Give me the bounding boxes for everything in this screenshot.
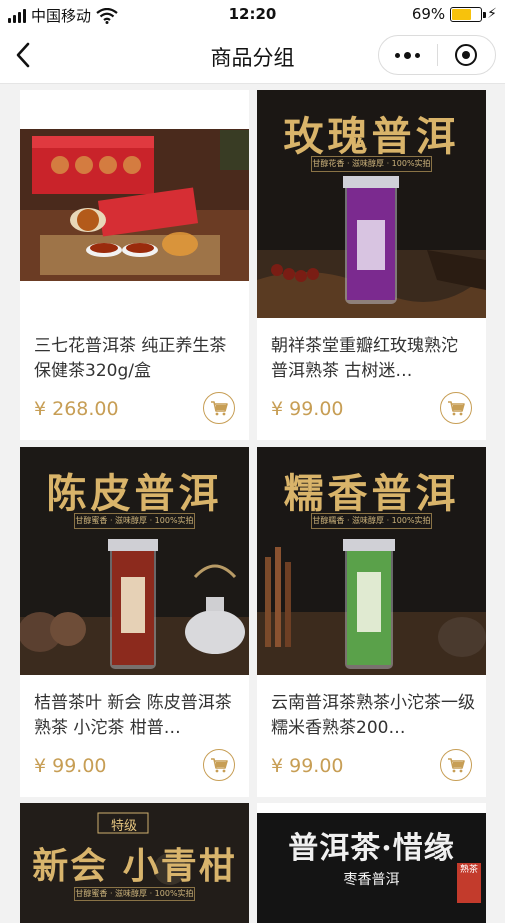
poster-title: 普洱茶·惜缘	[288, 831, 455, 866]
poster-title: 玫瑰普洱	[283, 113, 460, 160]
poster-title: 陈皮普洱	[46, 470, 223, 517]
charging-icon: ⚡	[487, 6, 497, 22]
add-to-cart-button[interactable]	[440, 749, 472, 781]
nav-bar: 商品分组	[0, 28, 505, 84]
product-card[interactable]: 普洱茶·惜缘 枣香普洱 熟茶	[257, 803, 486, 923]
add-to-cart-button[interactable]	[440, 392, 472, 424]
product-card[interactable]: 玫瑰普洱 甘醇花香 · 滋味醇厚 · 100%实拍 朝祥茶堂重瓣红玫瑰熟沱 普洱…	[257, 90, 486, 440]
battery-icon	[450, 6, 487, 22]
more-button[interactable]	[379, 36, 437, 74]
poster-title: 新会 小青柑	[32, 845, 237, 887]
product-image: 普洱茶·惜缘 枣香普洱 熟茶	[257, 803, 486, 923]
product-card[interactable]: 特级 新会 小青柑 甘醇蜜香 · 滋味醇厚 · 100%实拍	[20, 803, 249, 923]
poster-badge: 熟茶	[460, 865, 479, 875]
product-price: ¥ 99.00	[271, 398, 344, 420]
cart-icon	[448, 758, 465, 773]
more-icon	[395, 51, 421, 59]
product-title[interactable]: 桔普茶叶 新会 陈皮普洱茶熟茶 小沱茶 柑普…	[34, 691, 239, 741]
mini-program-capsule	[378, 35, 496, 75]
product-title[interactable]: 三七花普洱茶 纯正养生茶 保健茶320g/盒	[34, 334, 239, 384]
cart-icon	[211, 401, 228, 416]
product-image: 玫瑰普洱 甘醇花香 · 滋味醇厚 · 100%实拍	[257, 90, 486, 318]
product-price: ¥ 268.00	[34, 398, 119, 420]
cart-icon	[211, 758, 228, 773]
add-to-cart-button[interactable]	[203, 749, 235, 781]
poster-subtitle: 甘醇糯香 · 滋味醇厚 · 100%实拍	[311, 513, 432, 529]
product-image: 陈皮普洱 甘醇蜜香 · 滋味醇厚 · 100%实拍	[20, 447, 249, 675]
product-card[interactable]: 糯香普洱 甘醇糯香 · 滋味醇厚 · 100%实拍 云南普洱茶熟茶小沱茶一级糯米…	[257, 447, 486, 797]
poster-subtitle: 甘醇蜜香 · 滋味醇厚 · 100%实拍	[74, 887, 195, 901]
product-price: ¥ 99.00	[34, 755, 107, 777]
tea-gift-box-image	[20, 90, 249, 318]
battery-percent: 69%	[411, 5, 446, 23]
poster-subtitle: 甘醇蜜香 · 滋味醇厚 · 100%实拍	[74, 513, 195, 529]
product-title[interactable]: 朝祥茶堂重瓣红玫瑰熟沱 普洱熟茶 古树迷…	[271, 334, 476, 384]
product-card[interactable]: 三七花普洱茶 纯正养生茶 保健茶320g/盒 ¥ 268.00	[20, 90, 249, 440]
poster-subtitle: 甘醇花香 · 滋味醇厚 · 100%实拍	[311, 156, 432, 172]
poster-title: 糯香普洱	[283, 470, 460, 517]
product-price: ¥ 99.00	[271, 755, 344, 777]
battery-level	[452, 8, 472, 20]
poster-badge: 特级	[110, 819, 137, 834]
cart-icon	[448, 401, 465, 416]
product-image	[20, 90, 249, 318]
status-bar: 中国移动 12:20 69% ⚡	[0, 0, 505, 28]
product-title[interactable]: 云南普洱茶熟茶小沱茶一级糯米香熟茶200…	[271, 691, 476, 741]
product-image: 特级 新会 小青柑 甘醇蜜香 · 滋味醇厚 · 100%实拍	[20, 803, 249, 923]
add-to-cart-button[interactable]	[203, 392, 235, 424]
close-mini-program-button[interactable]	[438, 36, 496, 74]
close-target-icon	[455, 44, 478, 66]
status-right: 69% ⚡	[412, 5, 497, 23]
product-image: 糯香普洱 甘醇糯香 · 滋味醇厚 · 100%实拍	[257, 447, 486, 675]
poster-subtitle: 枣香普洱	[343, 872, 400, 888]
product-card[interactable]: 陈皮普洱 甘醇蜜香 · 滋味醇厚 · 100%实拍 桔普茶叶 新会 陈皮普洱茶熟…	[20, 447, 249, 797]
